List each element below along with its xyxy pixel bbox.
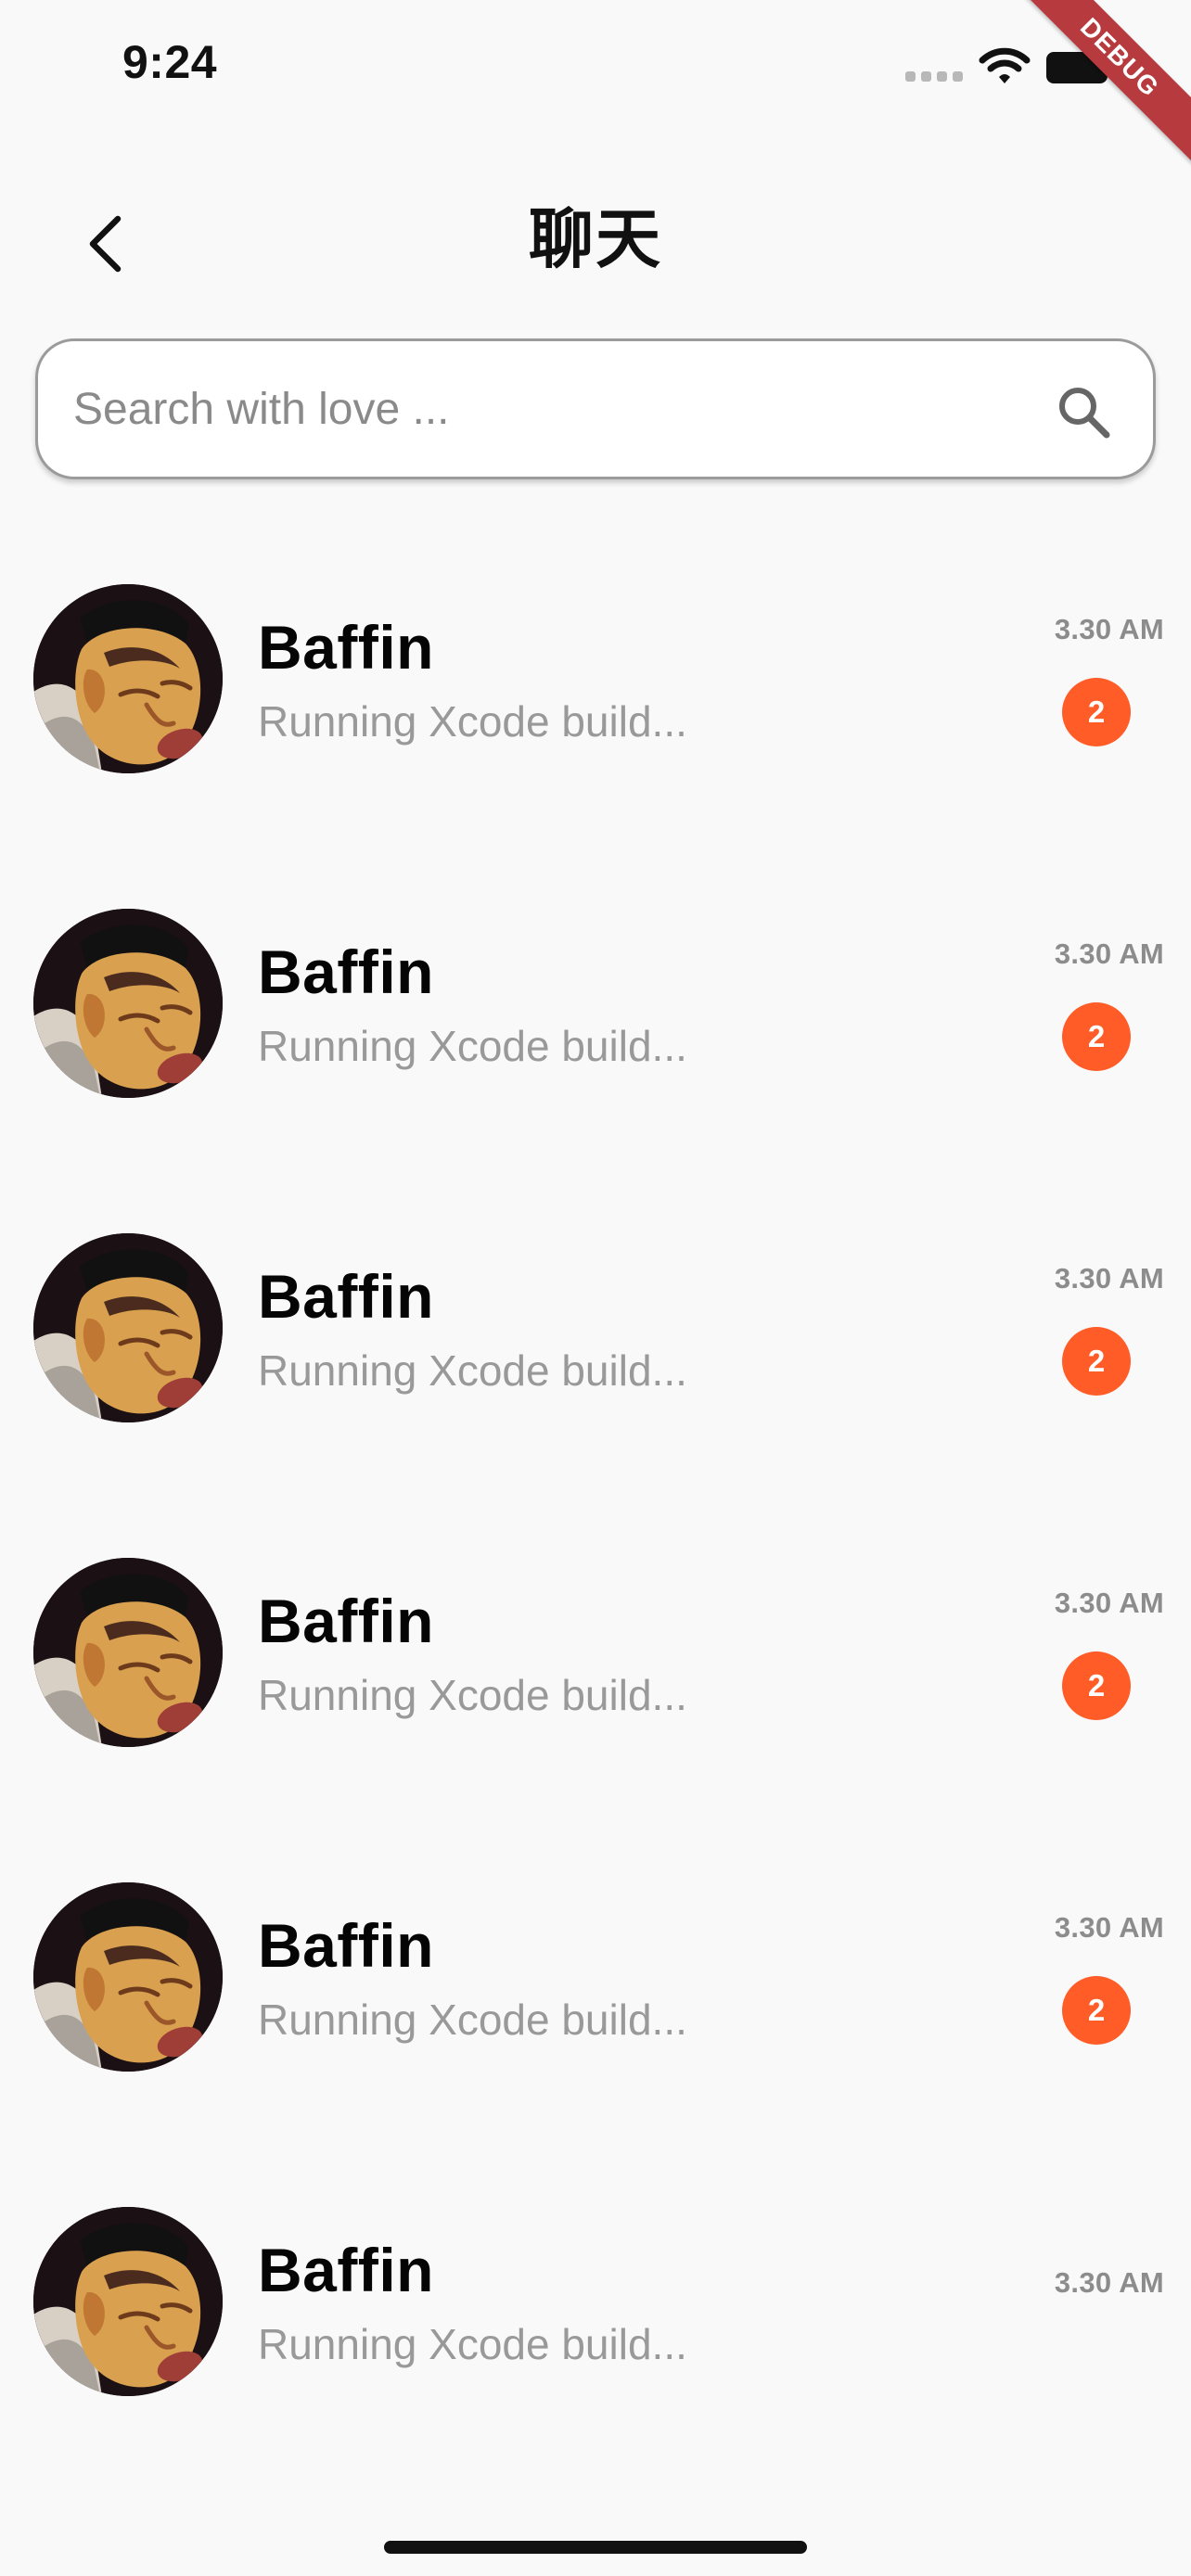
chat-name: Baffin: [258, 1262, 434, 1331]
chat-preview: Running Xcode build...: [258, 1996, 687, 2044]
chat-list: Baffin Running Xcode build... 3.30 AM 2 …: [0, 556, 1191, 2504]
avatar: [33, 1882, 223, 2072]
chat-row[interactable]: Baffin Running Xcode build... 3.30 AM 2: [0, 1205, 1191, 1530]
chat-time: 3.30 AM: [1054, 613, 1164, 645]
page-title: 聊天: [529, 201, 662, 277]
status-bar: 9:24: [0, 0, 1191, 130]
search-icon[interactable]: [1053, 381, 1114, 442]
chat-time: 3.30 AM: [1054, 2266, 1164, 2299]
chat-time: 3.30 AM: [1054, 937, 1164, 970]
avatar: [33, 1233, 223, 1422]
chat-preview: Running Xcode build...: [258, 1022, 687, 1070]
chat-row[interactable]: Baffin Running Xcode build... 3.30 AM: [0, 2179, 1191, 2504]
chat-row[interactable]: Baffin Running Xcode build... 3.30 AM 2: [0, 1855, 1191, 2179]
chat-time: 3.30 AM: [1054, 1911, 1164, 1944]
chat-name: Baffin: [258, 937, 434, 1006]
unread-badge: 2: [1062, 1327, 1131, 1396]
chat-name: Baffin: [258, 613, 434, 682]
chat-time: 3.30 AM: [1054, 1262, 1164, 1294]
avatar: [33, 584, 223, 773]
home-indicator[interactable]: [384, 2541, 807, 2554]
avatar: [33, 2207, 223, 2396]
chat-row[interactable]: Baffin Running Xcode build... 3.30 AM 2: [0, 881, 1191, 1205]
unread-badge: 2: [1062, 1651, 1131, 1720]
unread-badge: 2: [1062, 678, 1131, 746]
chat-row[interactable]: Baffin Running Xcode build... 3.30 AM 2: [0, 556, 1191, 881]
cellular-signal-icon: [905, 71, 967, 83]
wifi-icon: [979, 47, 1031, 83]
search-bar: [35, 338, 1156, 479]
chat-preview: Running Xcode build...: [258, 1671, 687, 1719]
chat-row[interactable]: Baffin Running Xcode build... 3.30 AM 2: [0, 1530, 1191, 1855]
chat-preview: Running Xcode build...: [258, 697, 687, 746]
chat-name: Baffin: [258, 1911, 434, 1980]
avatar: [33, 1558, 223, 1747]
chat-name: Baffin: [258, 2236, 434, 2304]
chat-time: 3.30 AM: [1054, 1587, 1164, 1619]
unread-badge: 2: [1062, 1002, 1131, 1071]
chat-name: Baffin: [258, 1587, 434, 1655]
unread-badge: 2: [1062, 1976, 1131, 2045]
avatar: [33, 909, 223, 1098]
search-input[interactable]: [73, 375, 1001, 443]
page-header: 聊天: [0, 148, 1191, 325]
chat-preview: Running Xcode build...: [258, 2320, 687, 2368]
chat-preview: Running Xcode build...: [258, 1346, 687, 1395]
status-time: 9:24: [122, 36, 218, 88]
